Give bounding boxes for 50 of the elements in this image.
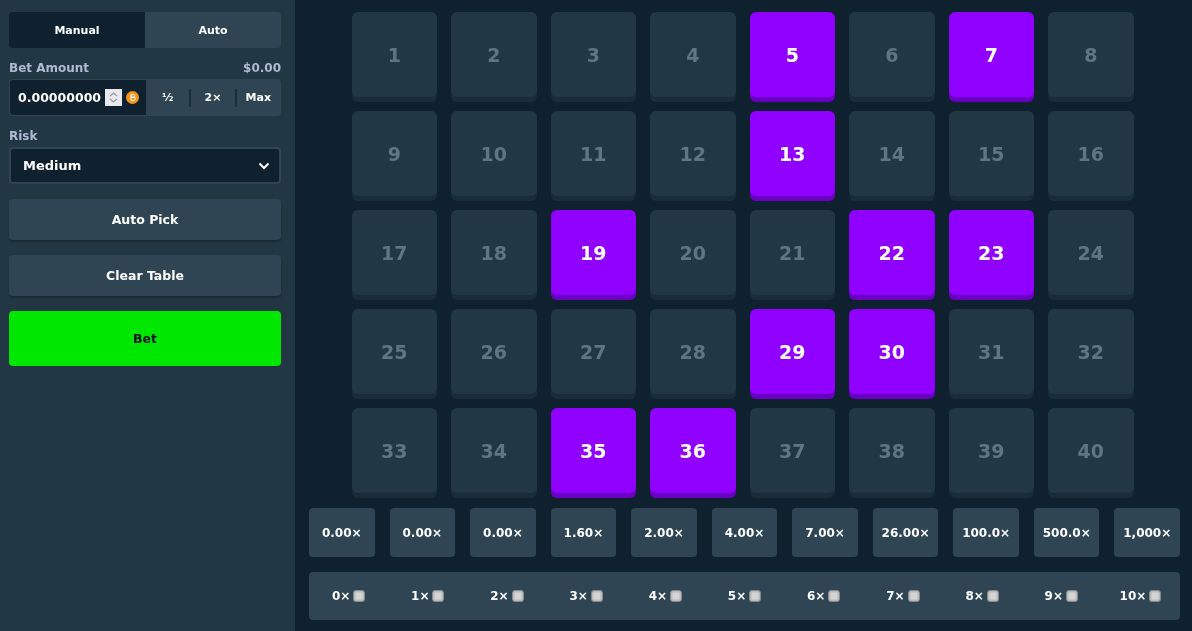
action-button[interactable]: Auto Pick: [9, 199, 281, 240]
gem-icon: [670, 590, 683, 602]
hit-count: 1×: [411, 589, 430, 603]
hit-count: 10×: [1119, 589, 1147, 603]
payout-multiplier: 1.60×: [550, 508, 617, 557]
usd-value: $0.00: [243, 61, 281, 75]
gem-icon: [749, 590, 762, 602]
gem-icon: [828, 590, 841, 602]
payout-multiplier: 26.00×: [872, 508, 939, 557]
payout-multiplier: 500.0×: [1033, 508, 1100, 557]
payout-multiplier: 2.00×: [631, 508, 697, 557]
payout-multiplier: 0.00×: [389, 508, 456, 557]
bet-amount-label: Bet Amount: [9, 61, 90, 75]
hit-count: 4×: [648, 589, 668, 603]
hit-count: 3×: [569, 589, 588, 603]
hit-count: 5×: [727, 589, 747, 603]
bet-modifier-button[interactable]: ½: [146, 80, 190, 115]
gem-icon: [907, 590, 920, 602]
hit-count: 8×: [965, 589, 984, 603]
mode-tab[interactable]: Auto: [145, 12, 281, 48]
bet-modifier-button[interactable]: Max: [236, 80, 280, 115]
hit-count: 0×: [331, 589, 351, 603]
bet-modifier-button[interactable]: 2×: [191, 80, 235, 115]
chevron-down-icon: [258, 161, 270, 170]
action-button[interactable]: Clear Table: [9, 255, 281, 296]
bet-amount-field[interactable]: 0.00000000: [10, 80, 146, 115]
hit-count: 7×: [886, 589, 905, 603]
gem-icon: [353, 590, 366, 602]
risk-select[interactable]: Medium: [9, 147, 281, 184]
hit-count: 2×: [490, 589, 509, 603]
gem-icon: [1066, 590, 1078, 602]
bet-button[interactable]: Bet: [9, 311, 281, 366]
hit-count: 6×: [807, 589, 826, 603]
payout-multiplier: 4.00×: [711, 508, 778, 557]
gem-icon: [986, 590, 999, 602]
mode-tab[interactable]: Manual: [9, 12, 145, 48]
bet-amount-value: 0.00000000: [18, 90, 102, 105]
payout-multiplier: 7.00×: [792, 508, 858, 557]
hit-count: 9×: [1044, 589, 1063, 603]
payout-multiplier: 100.0×: [953, 508, 1019, 557]
risk-label: Risk: [9, 129, 38, 143]
gem-icon: [432, 590, 445, 602]
spinner-icon[interactable]: [105, 89, 123, 106]
payout-multiplier: 0.00×: [470, 508, 536, 557]
gem-icon: [590, 590, 603, 602]
payout-multiplier: 0.00×: [309, 508, 375, 557]
gem-icon: [1149, 590, 1162, 602]
coin-icon: [126, 91, 140, 104]
gem-icon: [511, 590, 524, 602]
payout-multiplier: 1,000×: [1114, 508, 1180, 557]
